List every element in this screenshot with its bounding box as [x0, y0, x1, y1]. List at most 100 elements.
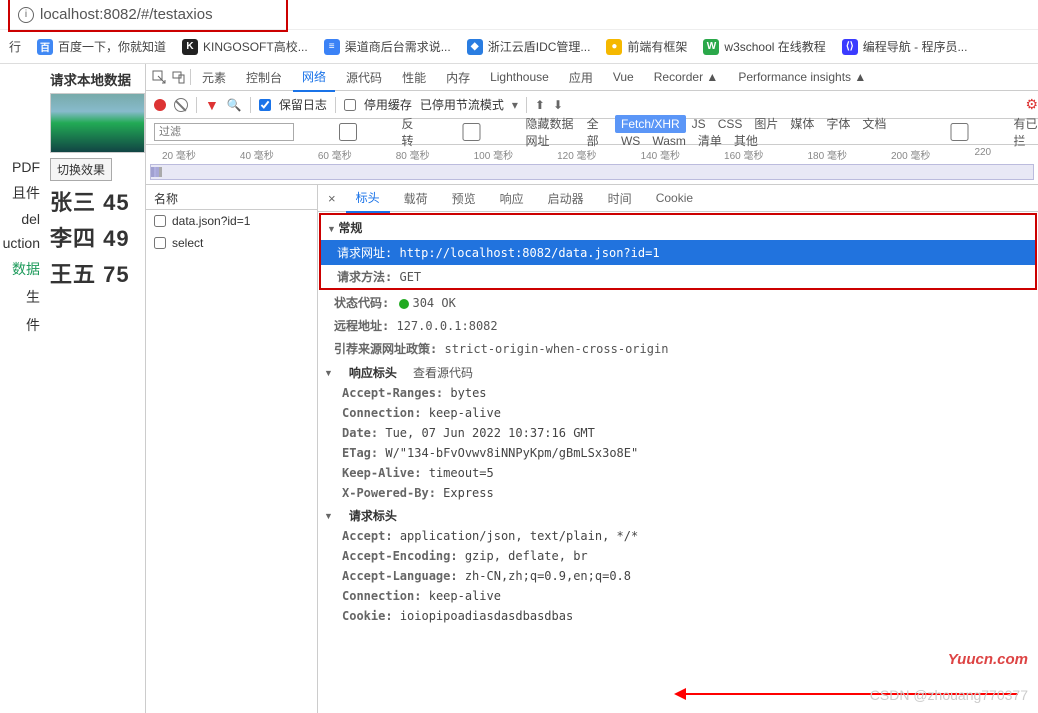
bookmark-item[interactable]: ●前端有框架 [601, 35, 692, 58]
detail-tab[interactable]: 预览 [442, 185, 486, 212]
devtools-tab[interactable]: 应用 [560, 64, 602, 91]
disable-cache-checkbox[interactable] [344, 99, 356, 111]
devtools-tab[interactable]: 性能 [393, 64, 435, 91]
filter-type[interactable]: 字体 [820, 115, 856, 133]
request-item[interactable]: select [146, 232, 317, 254]
throttling-select[interactable]: 已停用节流模式 [420, 96, 504, 113]
bookmark-icon: W [703, 39, 719, 55]
sidebar-item[interactable]: 件 [0, 315, 40, 335]
site-info-icon[interactable]: i [18, 7, 34, 23]
filter-type[interactable]: CSS [712, 115, 749, 133]
bookmark-item[interactable]: ⟨⟩编程导航 - 程序员... [837, 35, 973, 58]
devtools-tab[interactable]: 源代码 [337, 64, 391, 91]
response-header-row: Accept-Ranges: bytes [318, 383, 1038, 403]
devtools-tabs: 元素控制台网络源代码性能内存Lighthouse应用VueRecorder ▲P… [146, 64, 1038, 91]
bookmark-item[interactable]: ≡渠道商后台需求说... [319, 35, 456, 58]
detail-tab[interactable]: 标头 [346, 185, 390, 213]
wifi-icon[interactable]: ⬆ [535, 98, 545, 112]
sidebar-item[interactable]: 且件 [0, 183, 40, 203]
response-header-row: Date: Tue, 07 Jun 2022 10:37:16 GMT [318, 423, 1038, 443]
devtools-panel: 元素控制台网络源代码性能内存Lighthouse应用VueRecorder ▲P… [145, 64, 1038, 713]
detail-tab[interactable]: Cookie [646, 186, 703, 210]
detail-tab[interactable]: 响应 [490, 185, 534, 212]
sidebar-item[interactable]: PDF [0, 159, 40, 175]
devtools-tab[interactable]: Vue [604, 65, 643, 89]
devtools-tab[interactable]: 内存 [437, 64, 479, 91]
inspect-icon[interactable] [150, 68, 168, 86]
blocked-checkbox[interactable] [912, 123, 1008, 141]
devtools-tab[interactable]: Recorder ▲ [645, 65, 728, 89]
download-icon[interactable]: ⬇ [553, 98, 563, 112]
filter-type[interactable]: JS [686, 115, 712, 133]
clear-icon[interactable] [174, 98, 188, 112]
bookmark-item[interactable]: KKINGOSOFT高校... [177, 35, 313, 58]
close-icon[interactable]: × [322, 187, 342, 210]
request-headers-title[interactable]: 请求标头 [318, 503, 1038, 526]
invert-label: 反转 [402, 115, 418, 149]
page-content: 请求本地数据 切换效果 张三 45李四 49王五 75 [45, 64, 145, 713]
detail-tab[interactable]: 载荷 [394, 185, 438, 212]
devtools-tab[interactable]: 网络 [293, 63, 335, 92]
response-headers-title[interactable]: 响应标头 查看源代码 [318, 360, 1038, 383]
sidebar-item[interactable]: uction [0, 235, 40, 251]
page-title: 请求本地数据 [50, 69, 140, 89]
bookmark-item[interactable]: 行 [4, 35, 26, 58]
device-toggle-icon[interactable] [170, 68, 188, 86]
data-row: 王五 75 [50, 257, 140, 289]
search-icon[interactable]: 🔍 [227, 98, 242, 112]
content-image [50, 93, 145, 153]
detail-tab[interactable]: 启动器 [538, 185, 594, 212]
filter-type[interactable]: 文档 [856, 115, 892, 133]
sidebar-item[interactable]: 数据 [0, 259, 40, 279]
toggle-button[interactable]: 切换效果 [50, 158, 112, 181]
response-header-row: Connection: keep-alive [318, 403, 1038, 423]
status-code-row: 状态代码: 304 OK [318, 291, 1038, 314]
devtools-tab[interactable]: Performance insights ▲ [729, 65, 875, 89]
sidebar-item[interactable]: 生 [0, 287, 40, 307]
detail-tabs: × 标头载荷预览响应启动器时间Cookie [318, 185, 1038, 212]
filter-input[interactable] [154, 123, 294, 141]
response-header-row: ETag: W/"134-bFvOvwv8iNNPyKpm/gBmLSx3o8E… [318, 443, 1038, 463]
throttle-caret-icon: ▾ [512, 98, 518, 112]
request-list-header: 名称 [146, 185, 317, 210]
view-source-link[interactable]: 查看源代码 [413, 364, 473, 381]
request-method-row: 请求方法: GET [321, 265, 1035, 288]
sidebar-item[interactable]: del [0, 211, 40, 227]
disable-cache-label: 停用缓存 [364, 96, 412, 113]
bookmarks-bar: 行百百度一下，你就知道 KKINGOSOFT高校... ≡渠道商后台需求说... ◆浙… [0, 30, 1038, 64]
hide-data-checkbox[interactable] [424, 123, 520, 141]
devtools-tab[interactable]: 元素 [193, 64, 235, 91]
bookmark-icon: ◆ [467, 39, 483, 55]
preserve-log-checkbox[interactable] [259, 99, 271, 111]
devtools-tab[interactable]: 控制台 [237, 64, 291, 91]
bookmark-item[interactable]: 百百度一下，你就知道 [32, 35, 171, 58]
bookmark-icon: ⟨⟩ [842, 39, 858, 55]
bookmark-icon: K [182, 39, 198, 55]
bookmark-icon: ● [606, 39, 622, 55]
request-header-row: Accept-Encoding: gzip, deflate, br [318, 546, 1038, 566]
general-highlight-annotation: 常规 请求网址: http://localhost:8082/data.json… [319, 213, 1037, 290]
filter-type[interactable]: 媒体 [784, 115, 820, 133]
filter-type[interactable]: Fetch/XHR [615, 115, 686, 133]
address-bar[interactable]: i localhost:8082/#/testaxios [0, 0, 1038, 30]
response-header-row: Keep-Alive: timeout=5 [318, 463, 1038, 483]
request-url-row: 请求网址: http://localhost:8082/data.json?id… [321, 240, 1035, 265]
blocked-label: 有已拦 [1013, 115, 1038, 149]
hide-data-label: 隐藏数据网址 [525, 115, 574, 149]
devtools-tab[interactable]: Lighthouse [481, 65, 558, 89]
filter-type[interactable]: 图片 [748, 115, 784, 133]
watermark-yuucn: Yuucn.com [948, 651, 1028, 668]
status-dot-icon [399, 299, 409, 309]
filter-icon[interactable]: ▼ [205, 97, 219, 113]
record-icon[interactable] [154, 99, 166, 111]
invert-checkbox[interactable] [300, 123, 396, 141]
settings-icon[interactable]: ⚙ [1025, 96, 1038, 113]
request-header-row: Connection: keep-alive [318, 586, 1038, 606]
response-header-row: X-Powered-By: Express [318, 483, 1038, 503]
request-item[interactable]: data.json?id=1 [146, 210, 317, 232]
general-section-title[interactable]: 常规 [321, 215, 1035, 240]
bookmark-item[interactable]: ◆浙江云盾IDC管理... [462, 35, 596, 58]
network-timeline[interactable]: 20 毫秒40 毫秒60 毫秒80 毫秒100 毫秒120 毫秒140 毫秒16… [146, 145, 1038, 185]
detail-tab[interactable]: 时间 [598, 185, 642, 212]
bookmark-item[interactable]: Ww3school 在线教程 [698, 35, 830, 58]
